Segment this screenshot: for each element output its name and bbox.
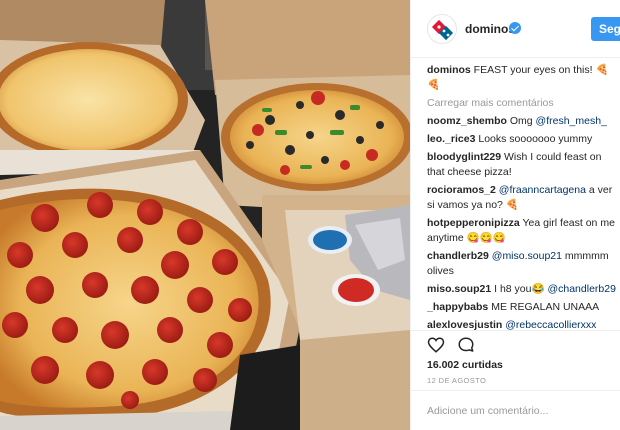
comment-username[interactable]: _happybabs <box>427 301 488 313</box>
heart-icon[interactable] <box>427 336 445 354</box>
comments-list[interactable]: dominos FEAST your eyes on this! 🍕🍕 Carr… <box>427 63 617 330</box>
comment-row: rocioramos_2 @fraanncartagena a ver si v… <box>427 183 617 213</box>
comment-username[interactable]: rocioramos_2 <box>427 184 496 196</box>
post-actions <box>411 330 620 356</box>
comment-row: miso.soup21 I h8 you😂 @chandlerb29 <box>427 282 617 297</box>
comment-mention[interactable]: @fresh_mesh_ <box>536 115 607 127</box>
comment-mention[interactable]: @fraanncartagena <box>499 184 586 196</box>
comment-username[interactable]: bloodyglint229 <box>427 151 501 163</box>
add-comment-bar <box>411 390 620 430</box>
comment-text: Omg <box>509 115 536 127</box>
comment-mention[interactable]: @chandlerb29 <box>547 283 615 295</box>
comment-username[interactable]: alexlovesjustin <box>427 319 502 330</box>
comment-username[interactable]: noomz_shembo <box>427 115 507 127</box>
comment-bubble-icon[interactable] <box>457 336 475 354</box>
comment-text: ME REGALAN UNAAA <box>491 301 600 313</box>
follow-button[interactable]: Seguir <box>591 17 620 41</box>
comment-text: Looks sooooooo yummy <box>478 133 593 145</box>
dominos-logo-icon <box>431 19 454 41</box>
comment-row: bloodyglint229 Wish I could feast on tha… <box>427 150 617 180</box>
comment-text: I h8 you😂 <box>494 283 548 295</box>
post-sidebar: dominos Seguir dominos FEAST your eyes o… <box>410 0 620 430</box>
comment-row: _happybabs ME REGALAN UNAAA <box>427 300 617 315</box>
comment-row: hotpepperonipizza Yea girl feast on me a… <box>427 216 617 246</box>
comment-items: noomz_shembo Omg @fresh_mesh_ leo._rice3 … <box>427 114 617 330</box>
comment-username[interactable]: chandlerb29 <box>427 250 489 262</box>
post-photo[interactable] <box>0 0 410 430</box>
comment-username[interactable]: leo._rice3 <box>427 133 475 145</box>
comment-row: chandlerb29 @miso.soup21 mmmmm olives <box>427 249 617 279</box>
post-date: 12 de agosto <box>427 376 487 385</box>
comment-mention[interactable]: @miso.soup21 <box>492 250 562 262</box>
pizza-photo <box>0 0 410 430</box>
load-more-comments-link[interactable]: Carregar mais comentários <box>427 96 617 111</box>
cheese-pizza <box>0 49 178 151</box>
comment-mention[interactable]: @rebeccacollierxxx <box>505 319 596 330</box>
verified-badge-icon <box>509 22 521 34</box>
comment-row: noomz_shembo Omg @fresh_mesh_ <box>427 114 617 129</box>
add-comment-input[interactable] <box>427 401 611 421</box>
avatar[interactable] <box>427 14 457 44</box>
caption-username[interactable]: dominos <box>427 64 471 76</box>
post-username[interactable]: dominos <box>465 22 515 36</box>
post-caption: dominos FEAST your eyes on this! 🍕🍕 <box>427 63 617 93</box>
comment-row: leo._rice3 Looks sooooooo yummy <box>427 132 617 147</box>
post-header: dominos Seguir <box>411 0 620 58</box>
comment-username[interactable]: hotpepperonipizza <box>427 217 520 229</box>
comment-username[interactable]: miso.soup21 <box>427 283 491 295</box>
box-top-right <box>205 0 410 215</box>
comment-row: alexlovesjustin @rebeccacollierxxx <box>427 318 617 330</box>
like-count[interactable]: 16.002 curtidas <box>427 359 503 371</box>
